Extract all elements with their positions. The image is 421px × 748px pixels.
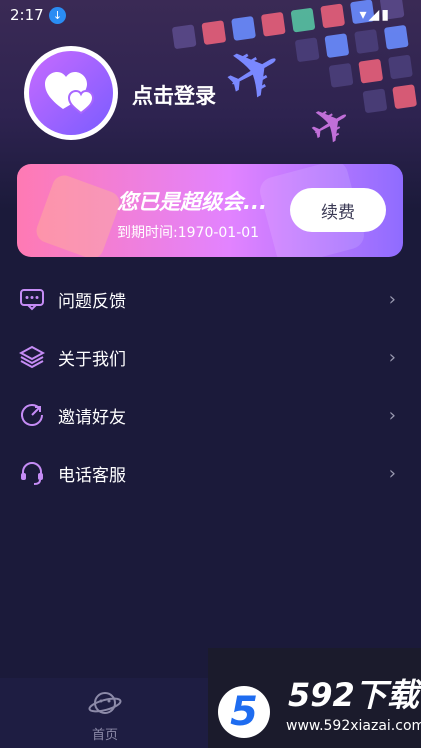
vip-card: 您已是超级会... 到期时间:1970-01-01 续费 [17, 164, 403, 257]
site-watermark: 5 592下载 www.592xiazai.com [208, 648, 421, 748]
chevron-right-icon: › [388, 288, 396, 310]
menu-item-invite[interactable]: 邀请好友 › [0, 386, 421, 444]
watermark-logo: 5 [218, 686, 270, 738]
planet-icon [88, 692, 122, 722]
heart-icon [29, 51, 113, 135]
menu-item-feedback[interactable]: 问题反馈 › [0, 270, 421, 328]
watermark-brand: 592下载 [288, 676, 419, 714]
watermark-url: www.592xiazai.com [286, 718, 421, 734]
nav-home-label: 首页 [91, 728, 118, 743]
invite-icon [19, 402, 45, 428]
menu-item-label: 邀请好友 [58, 407, 126, 428]
menu-item-label: 电话客服 [58, 465, 126, 486]
headset-icon [19, 460, 45, 486]
renew-button[interactable]: 续费 [290, 188, 386, 232]
avatar[interactable] [24, 46, 118, 140]
settings-menu: 问题反馈 › 关于我们 › 邀请好友 › 电话客服 › [0, 270, 421, 502]
layers-icon [19, 344, 45, 370]
chevron-right-icon: › [388, 346, 396, 368]
feedback-icon [19, 286, 45, 312]
menu-item-label: 问题反馈 [58, 291, 126, 312]
chevron-right-icon: › [388, 462, 396, 484]
vip-expire-date: 到期时间:1970-01-01 [117, 225, 260, 241]
signal-battery-icons: ▾◢▮ [359, 7, 391, 23]
menu-item-label: 关于我们 [58, 349, 126, 370]
vip-badge-icon [33, 172, 123, 257]
vip-status-title: 您已是超级会... [117, 190, 267, 214]
nav-home-tab[interactable]: 首页 [70, 688, 140, 746]
menu-item-phone-support[interactable]: 电话客服 › [0, 444, 421, 502]
status-time: 2:17 [10, 6, 44, 24]
menu-item-about[interactable]: 关于我们 › [0, 328, 421, 386]
status-bar: 2:17 ↓ ▾◢▮ [0, 0, 421, 30]
login-link[interactable]: 点击登录 [132, 80, 216, 110]
download-icon: ↓ [49, 7, 66, 24]
chevron-right-icon: › [388, 404, 396, 426]
